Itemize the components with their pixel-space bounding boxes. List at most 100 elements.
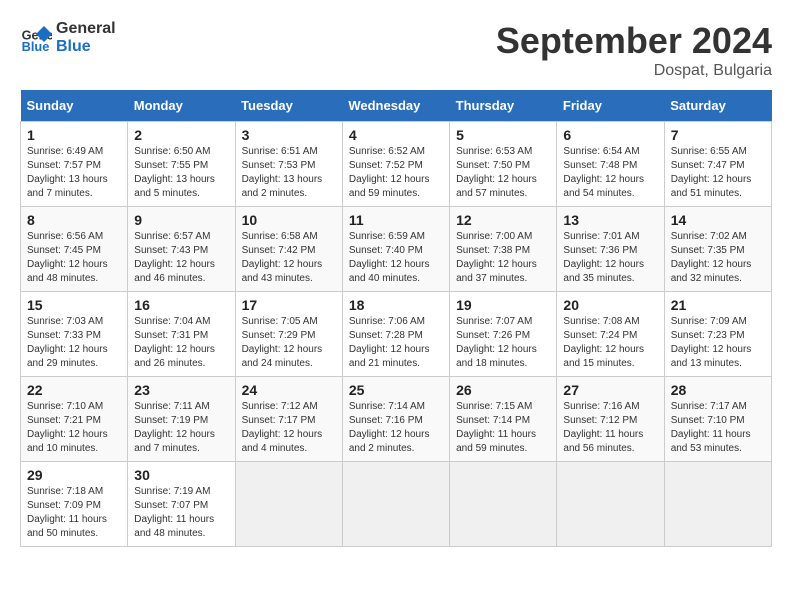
day-info: Sunrise: 6:55 AMSunset: 7:47 PMDaylight:… xyxy=(671,145,765,201)
day-info: Sunrise: 7:00 AMSunset: 7:38 PMDaylight:… xyxy=(456,230,550,286)
day-number: 10 xyxy=(242,212,336,228)
weekday-header-row: SundayMondayTuesdayWednesdayThursdayFrid… xyxy=(21,90,772,122)
day-info: Sunrise: 6:58 AMSunset: 7:42 PMDaylight:… xyxy=(242,230,336,286)
day-number: 2 xyxy=(134,127,228,143)
day-number: 16 xyxy=(134,297,228,313)
day-number: 19 xyxy=(456,297,550,313)
day-info: Sunrise: 7:08 AMSunset: 7:24 PMDaylight:… xyxy=(563,315,657,371)
calendar-cell: 10 Sunrise: 6:58 AMSunset: 7:42 PMDayligh… xyxy=(235,207,342,292)
weekday-header-saturday: Saturday xyxy=(664,90,771,122)
calendar-cell: 7 Sunrise: 6:55 AMSunset: 7:47 PMDaylight… xyxy=(664,122,771,207)
calendar-week-row: 29 Sunrise: 7:18 AMSunset: 7:09 PMDayligh… xyxy=(21,462,772,547)
calendar-cell: 29 Sunrise: 7:18 AMSunset: 7:09 PMDayligh… xyxy=(21,462,128,547)
day-info: Sunrise: 7:16 AMSunset: 7:12 PMDaylight:… xyxy=(563,400,657,456)
calendar-cell: 28 Sunrise: 7:17 AMSunset: 7:10 PMDayligh… xyxy=(664,377,771,462)
day-number: 13 xyxy=(563,212,657,228)
day-info: Sunrise: 7:17 AMSunset: 7:10 PMDaylight:… xyxy=(671,400,765,456)
day-number: 24 xyxy=(242,382,336,398)
day-number: 28 xyxy=(671,382,765,398)
calendar-cell: 9 Sunrise: 6:57 AMSunset: 7:43 PMDaylight… xyxy=(128,207,235,292)
day-info: Sunrise: 6:56 AMSunset: 7:45 PMDaylight:… xyxy=(27,230,121,286)
day-number: 20 xyxy=(563,297,657,313)
day-number: 14 xyxy=(671,212,765,228)
day-number: 4 xyxy=(349,127,443,143)
day-info: Sunrise: 7:14 AMSunset: 7:16 PMDaylight:… xyxy=(349,400,443,456)
weekday-header-tuesday: Tuesday xyxy=(235,90,342,122)
day-info: Sunrise: 7:03 AMSunset: 7:33 PMDaylight:… xyxy=(27,315,121,371)
calendar-cell: 26 Sunrise: 7:15 AMSunset: 7:14 PMDayligh… xyxy=(450,377,557,462)
day-info: Sunrise: 7:01 AMSunset: 7:36 PMDaylight:… xyxy=(563,230,657,286)
day-info: Sunrise: 6:57 AMSunset: 7:43 PMDaylight:… xyxy=(134,230,228,286)
day-number: 27 xyxy=(563,382,657,398)
day-number: 1 xyxy=(27,127,121,143)
calendar-cell: 17 Sunrise: 7:05 AMSunset: 7:29 PMDayligh… xyxy=(235,292,342,377)
day-info: Sunrise: 7:10 AMSunset: 7:21 PMDaylight:… xyxy=(27,400,121,456)
day-number: 6 xyxy=(563,127,657,143)
day-info: Sunrise: 7:04 AMSunset: 7:31 PMDaylight:… xyxy=(134,315,228,371)
month-title: September 2024 xyxy=(496,20,772,62)
calendar-cell: 11 Sunrise: 6:59 AMSunset: 7:40 PMDayligh… xyxy=(342,207,449,292)
day-number: 12 xyxy=(456,212,550,228)
day-number: 5 xyxy=(456,127,550,143)
svg-text:Blue: Blue xyxy=(22,38,50,53)
day-number: 9 xyxy=(134,212,228,228)
day-number: 26 xyxy=(456,382,550,398)
day-info: Sunrise: 6:51 AMSunset: 7:53 PMDaylight:… xyxy=(242,145,336,201)
weekday-header-friday: Friday xyxy=(557,90,664,122)
calendar-cell xyxy=(557,462,664,547)
calendar-cell: 5 Sunrise: 6:53 AMSunset: 7:50 PMDaylight… xyxy=(450,122,557,207)
calendar-week-row: 8 Sunrise: 6:56 AMSunset: 7:45 PMDaylight… xyxy=(21,207,772,292)
day-info: Sunrise: 7:15 AMSunset: 7:14 PMDaylight:… xyxy=(456,400,550,456)
calendar-cell xyxy=(235,462,342,547)
calendar-week-row: 15 Sunrise: 7:03 AMSunset: 7:33 PMDayligh… xyxy=(21,292,772,377)
day-info: Sunrise: 7:12 AMSunset: 7:17 PMDaylight:… xyxy=(242,400,336,456)
location-title: Dospat, Bulgaria xyxy=(496,62,772,80)
page-header: General Blue General Blue September 2024… xyxy=(20,20,772,80)
calendar-cell: 15 Sunrise: 7:03 AMSunset: 7:33 PMDayligh… xyxy=(21,292,128,377)
day-number: 3 xyxy=(242,127,336,143)
calendar-cell: 21 Sunrise: 7:09 AMSunset: 7:23 PMDayligh… xyxy=(664,292,771,377)
day-info: Sunrise: 6:53 AMSunset: 7:50 PMDaylight:… xyxy=(456,145,550,201)
day-number: 8 xyxy=(27,212,121,228)
calendar-cell: 19 Sunrise: 7:07 AMSunset: 7:26 PMDayligh… xyxy=(450,292,557,377)
day-number: 29 xyxy=(27,467,121,483)
day-info: Sunrise: 7:02 AMSunset: 7:35 PMDaylight:… xyxy=(671,230,765,286)
calendar-week-row: 1 Sunrise: 6:49 AMSunset: 7:57 PMDaylight… xyxy=(21,122,772,207)
calendar-cell: 4Sunrise: 6:52 AMSunset: 7:52 PMDaylight… xyxy=(342,122,449,207)
calendar-cell: 1 Sunrise: 6:49 AMSunset: 7:57 PMDaylight… xyxy=(21,122,128,207)
day-number: 30 xyxy=(134,467,228,483)
calendar-cell: 13 Sunrise: 7:01 AMSunset: 7:36 PMDayligh… xyxy=(557,207,664,292)
logo-icon: General Blue xyxy=(20,22,52,54)
weekday-header-thursday: Thursday xyxy=(450,90,557,122)
day-info: Sunrise: 7:06 AMSunset: 7:28 PMDaylight:… xyxy=(349,315,443,371)
weekday-header-wednesday: Wednesday xyxy=(342,90,449,122)
day-info: Sunrise: 7:05 AMSunset: 7:29 PMDaylight:… xyxy=(242,315,336,371)
calendar-cell: 18 Sunrise: 7:06 AMSunset: 7:28 PMDayligh… xyxy=(342,292,449,377)
day-info: Sunrise: 6:49 AMSunset: 7:57 PMDaylight:… xyxy=(27,145,121,201)
calendar-cell xyxy=(342,462,449,547)
title-section: September 2024 Dospat, Bulgaria xyxy=(496,20,772,80)
calendar-cell: 3 Sunrise: 6:51 AMSunset: 7:53 PMDaylight… xyxy=(235,122,342,207)
day-number: 17 xyxy=(242,297,336,313)
day-info: Sunrise: 7:09 AMSunset: 7:23 PMDaylight:… xyxy=(671,315,765,371)
calendar-cell: 8 Sunrise: 6:56 AMSunset: 7:45 PMDaylight… xyxy=(21,207,128,292)
calendar-cell: 6Sunrise: 6:54 AMSunset: 7:48 PMDaylight… xyxy=(557,122,664,207)
day-number: 11 xyxy=(349,212,443,228)
day-info: Sunrise: 7:07 AMSunset: 7:26 PMDaylight:… xyxy=(456,315,550,371)
logo-line1: General xyxy=(56,20,116,38)
calendar-cell: 16 Sunrise: 7:04 AMSunset: 7:31 PMDayligh… xyxy=(128,292,235,377)
calendar-cell: 24 Sunrise: 7:12 AMSunset: 7:17 PMDayligh… xyxy=(235,377,342,462)
day-number: 18 xyxy=(349,297,443,313)
day-number: 7 xyxy=(671,127,765,143)
day-info: Sunrise: 6:59 AMSunset: 7:40 PMDaylight:… xyxy=(349,230,443,286)
weekday-header-sunday: Sunday xyxy=(21,90,128,122)
calendar-week-row: 22Sunrise: 7:10 AMSunset: 7:21 PMDayligh… xyxy=(21,377,772,462)
logo: General Blue General Blue xyxy=(20,20,116,55)
day-number: 21 xyxy=(671,297,765,313)
day-info: Sunrise: 7:18 AMSunset: 7:09 PMDaylight:… xyxy=(27,485,121,541)
day-number: 25 xyxy=(349,382,443,398)
calendar-cell: 30Sunrise: 7:19 AMSunset: 7:07 PMDayligh… xyxy=(128,462,235,547)
day-number: 15 xyxy=(27,297,121,313)
calendar-cell: 22Sunrise: 7:10 AMSunset: 7:21 PMDayligh… xyxy=(21,377,128,462)
day-info: Sunrise: 7:11 AMSunset: 7:19 PMDaylight:… xyxy=(134,400,228,456)
